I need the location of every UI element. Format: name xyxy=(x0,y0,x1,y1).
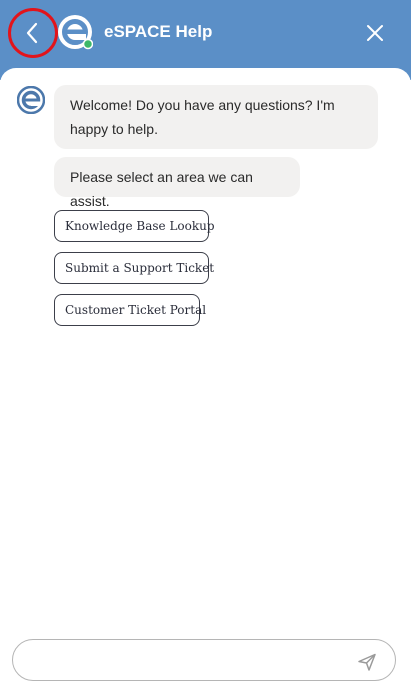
espace-logo-icon xyxy=(58,15,93,50)
chevron-left-icon xyxy=(26,22,38,44)
message-input[interactable] xyxy=(31,649,351,673)
back-button[interactable] xyxy=(8,8,58,58)
option-knowledge-base-lookup[interactable]: Knowledge Base Lookup xyxy=(54,210,215,242)
option-customer-ticket-portal[interactable]: Customer Ticket Portal xyxy=(54,294,206,326)
bot-message: Welcome! Do you have any questions? I'm … xyxy=(54,85,378,149)
chat-title: eSPACE Help xyxy=(104,22,213,41)
option-submit-support-ticket[interactable]: Submit a Support Ticket xyxy=(54,252,214,284)
bot-message: Please select an area we can assist. xyxy=(54,157,300,209)
send-button[interactable] xyxy=(356,651,378,673)
close-icon xyxy=(367,25,383,41)
message-composer xyxy=(12,639,396,681)
bot-avatar-icon xyxy=(17,86,45,114)
send-icon xyxy=(358,653,376,671)
close-button[interactable] xyxy=(364,22,386,44)
